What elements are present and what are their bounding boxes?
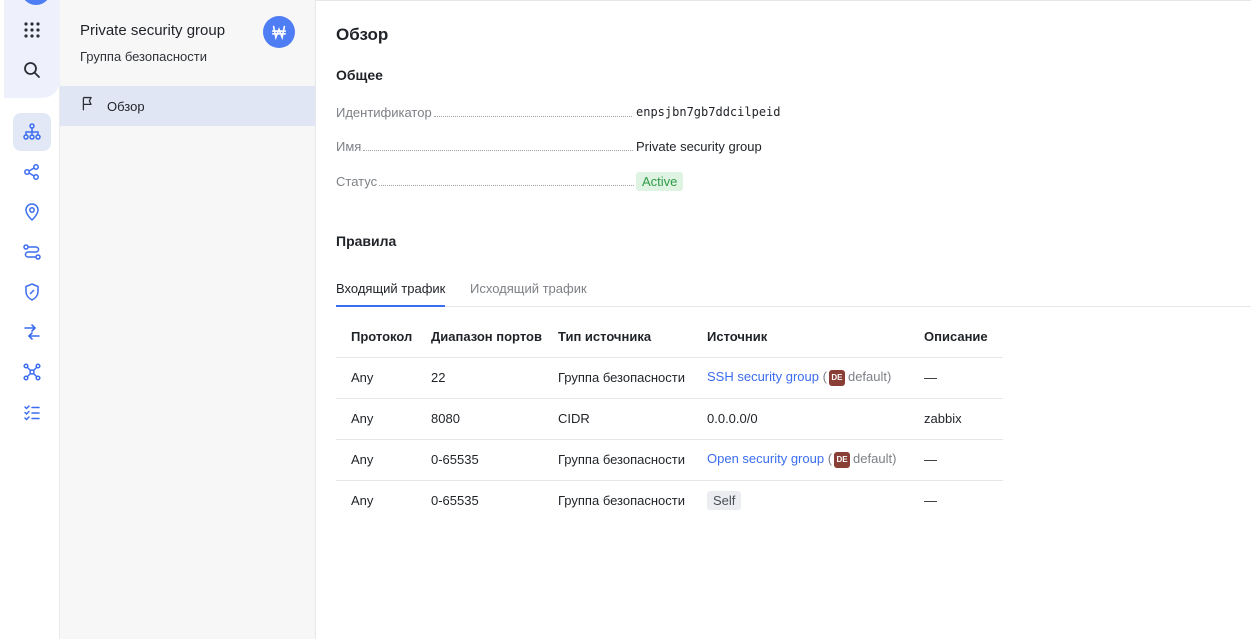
- cell-ports: 22: [416, 357, 543, 399]
- cell-source: 0.0.0.0/0: [692, 398, 909, 440]
- table-row: Any 22 Группа безопасности SSH security …: [336, 357, 1003, 399]
- field-id: Идентификатор enpsjbn7gb7ddcilpeid: [336, 105, 796, 125]
- app-window: Private security group Группа безопаснос…: [0, 0, 1251, 639]
- cell-description: —: [909, 357, 1003, 399]
- column-header[interactable]: Тип источника: [543, 317, 692, 358]
- nav-item-overview[interactable]: Обзор: [60, 86, 315, 126]
- cell-source-type: Группа безопасности: [543, 357, 692, 399]
- avatar[interactable]: [21, 0, 51, 5]
- page-title: Обзор: [336, 25, 389, 44]
- self-badge: Self: [707, 491, 742, 511]
- nodes-icon[interactable]: [13, 353, 51, 391]
- cell-source-type: Группа безопасности: [543, 439, 692, 481]
- rules-table: Протокол Диапазон портов Тип источника И…: [336, 317, 1003, 521]
- flag-icon: [80, 95, 97, 117]
- connections-icon[interactable]: [13, 153, 51, 191]
- cell-source: SSH security group (DE default): [692, 357, 909, 399]
- tab-ingress[interactable]: Входящий трафик: [336, 281, 446, 307]
- security-group-icon: [263, 16, 295, 48]
- traffic-tabs: Входящий трафик Исходящий трафик: [336, 277, 1251, 307]
- source-link[interactable]: SSH security group: [707, 369, 819, 384]
- folder-name: default: [847, 369, 888, 385]
- cell-ports: 0-65535: [416, 439, 543, 481]
- cell-protocol: Any: [351, 493, 374, 509]
- location-pin-icon[interactable]: [13, 193, 51, 231]
- folder-ref: (DE default): [827, 451, 897, 468]
- cell-source: Open security group (DE default): [692, 439, 909, 481]
- cell-description: —: [924, 493, 937, 509]
- network-icon[interactable]: [13, 113, 51, 151]
- field-name: Имя Private security group: [336, 139, 796, 159]
- cell-source-type: Группа безопасности: [558, 493, 685, 509]
- cell-description: zabbix: [909, 398, 1003, 440]
- search-icon[interactable]: [13, 51, 51, 89]
- cell-protocol: Any: [336, 398, 416, 440]
- general-heading: Общее: [336, 67, 383, 83]
- cell-protocol: Any: [336, 439, 416, 481]
- apps-grid-icon[interactable]: [13, 11, 51, 49]
- rules-heading: Правила: [336, 233, 397, 249]
- swap-arrows-icon[interactable]: [13, 313, 51, 351]
- table-row: Any 8080 CIDR 0.0.0.0/0 zabbix: [336, 398, 1003, 440]
- shield-icon[interactable]: [13, 273, 51, 311]
- source-link[interactable]: Open security group: [707, 451, 824, 466]
- column-header[interactable]: Протокол: [336, 317, 416, 358]
- folder-ref: (DE default): [822, 369, 892, 386]
- nav-item-label: Обзор: [107, 98, 145, 114]
- folder-badge: DE: [834, 451, 851, 468]
- field-label: Статус: [336, 174, 378, 189]
- resource-subtitle: Группа безопасности: [80, 49, 207, 64]
- table-header-row: Протокол Диапазон портов Тип источника И…: [336, 317, 1003, 358]
- field-label: Идентификатор: [336, 105, 432, 120]
- cell-source-type: CIDR: [543, 398, 692, 440]
- cell-source: Self: [692, 480, 909, 521]
- cell-description: —: [909, 439, 1003, 481]
- folder-badge: DE: [828, 369, 845, 386]
- main-content: Обзор Общее Идентификатор enpsjbn7gb7ddc…: [316, 0, 1251, 639]
- leader-dots: [379, 185, 635, 186]
- table-row: Any 0-65535 Группа безопасности Self —: [336, 480, 1003, 521]
- resource-panel: Private security group Группа безопаснос…: [60, 0, 316, 639]
- leader-dots: [433, 116, 632, 117]
- column-header[interactable]: Источник: [692, 317, 909, 358]
- field-value-name: Private security group: [636, 139, 762, 154]
- left-rail: [0, 0, 60, 639]
- resource-title: Private security group: [80, 22, 226, 39]
- leader-dots: [363, 150, 634, 151]
- field-label: Имя: [336, 139, 362, 154]
- tab-egress[interactable]: Исходящий трафик: [470, 281, 587, 296]
- field-status: Статус Active: [336, 172, 796, 194]
- cell-protocol: Any: [336, 357, 416, 399]
- field-value-id[interactable]: enpsjbn7gb7ddcilpeid: [636, 105, 781, 119]
- status-badge: Active: [636, 172, 684, 191]
- folder-name: default: [853, 451, 893, 467]
- column-header[interactable]: Диапазон портов: [416, 317, 543, 358]
- table-row: Any 0-65535 Группа безопасности Open sec…: [336, 439, 1003, 481]
- column-header[interactable]: Описание: [909, 317, 1003, 358]
- routes-icon[interactable]: [13, 233, 51, 271]
- cell-ports: 0-65535: [431, 493, 479, 509]
- checklist-icon[interactable]: [13, 393, 51, 431]
- cell-ports: 8080: [416, 398, 543, 440]
